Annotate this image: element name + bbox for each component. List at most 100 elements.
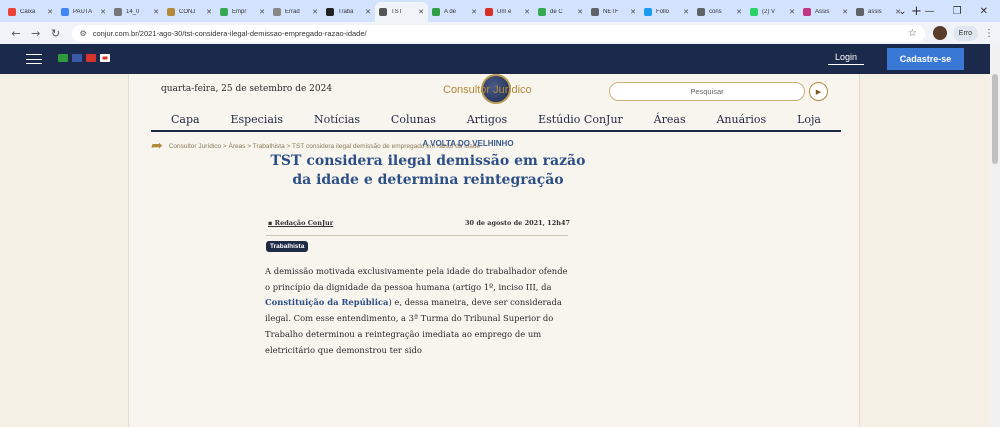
browser-tab[interactable]: Caixa ✕	[4, 2, 57, 22]
tab-title: A de	[444, 9, 457, 15]
hamburger-menu-icon[interactable]	[26, 54, 42, 64]
tab-title: Assis	[815, 9, 830, 15]
tab-close-icon[interactable]: ✕	[736, 8, 742, 16]
error-pill[interactable]: Erro	[952, 25, 979, 41]
tab-title: NETF	[603, 9, 619, 15]
tab-close-icon[interactable]: ✕	[630, 8, 636, 16]
page-content: quarta-feira, 25 de setembro de 2024 Con…	[128, 74, 860, 427]
tab-title: PAUTA	[73, 9, 93, 15]
tab-close-icon[interactable]: ✕	[206, 8, 212, 16]
browser-tab[interactable]: Traba ✕	[322, 2, 375, 22]
browser-tab[interactable]: Errad ✕	[269, 2, 322, 22]
tab-title: Follo	[656, 9, 670, 15]
constitution-link[interactable]: Constituição da República	[265, 297, 388, 307]
browser-tab[interactable]: Empr ✕	[216, 2, 269, 22]
profile-avatar[interactable]	[932, 26, 947, 40]
browser-tab[interactable]: NETF ✕	[587, 2, 640, 22]
tab-close-icon[interactable]: ✕	[153, 8, 159, 16]
tab-close-icon[interactable]: ✕	[842, 8, 848, 16]
tab-close-icon[interactable]: ✕	[418, 8, 424, 16]
tab-title: de C	[550, 9, 563, 15]
browser-tab[interactable]: PAUTA ✕	[57, 2, 110, 22]
tab-close-icon[interactable]: ✕	[577, 8, 583, 16]
bookmark-star-icon[interactable]: ☆	[908, 28, 917, 39]
forward-icon[interactable]: →	[26, 27, 46, 40]
url-text: conjur.com.br/2021-ago-30/tst-considera-…	[92, 28, 367, 38]
site-info-icon[interactable]: ⚙	[80, 29, 87, 38]
tab-close-icon[interactable]: ✕	[365, 8, 371, 16]
tab-title: Caixa	[20, 9, 36, 15]
browser-tab[interactable]: Um e ✕	[481, 2, 534, 22]
browser-tab[interactable]: 14_0 ✕	[110, 2, 163, 22]
tab-title: Errad	[285, 9, 300, 15]
browser-tab[interactable]: Assis ✕	[799, 2, 852, 22]
tab-favicon-icon	[326, 8, 334, 16]
browser-toolbar: ← → ↻ ⚙ conjur.com.br/2021-ago-30/tst-co…	[0, 22, 1000, 44]
tab-favicon-icon	[538, 8, 546, 16]
login-link[interactable]: Login	[828, 52, 864, 65]
tag-badge[interactable]: Trabalhista	[266, 241, 309, 252]
tab-close-icon[interactable]: ✕	[683, 8, 689, 16]
page-scrollbar[interactable]	[990, 44, 1000, 427]
tab-close-icon[interactable]: ✕	[471, 8, 477, 16]
browser-tab[interactable]: TST ✕	[375, 2, 428, 22]
browser-tab[interactable]: de C ✕	[534, 2, 587, 22]
reload-icon[interactable]: ↻	[46, 27, 66, 40]
signup-button[interactable]: Cadastre-se	[887, 48, 964, 70]
close-window-icon[interactable]: ✕	[980, 6, 988, 17]
browser-tab[interactable]: (2) V ✕	[746, 2, 799, 22]
article-author[interactable]: ▪ Redação ConJur	[268, 219, 333, 227]
site-logo-text[interactable]: Consultor Jurídico	[443, 84, 532, 96]
search-submit-icon[interactable]: ▶	[809, 82, 828, 101]
menu-item[interactable]: Anuários	[716, 113, 766, 126]
tab-favicon-icon	[114, 8, 122, 16]
tab-favicon-icon	[379, 8, 387, 16]
menu-item[interactable]: Especiais	[230, 113, 283, 126]
browser-menu-icon[interactable]: ⋮	[984, 28, 994, 39]
brazil-flag-icon[interactable]	[58, 54, 68, 62]
tab-title: cons	[709, 9, 722, 15]
tab-search-icon[interactable]: ⌄	[898, 6, 906, 17]
back-icon[interactable]: ←	[6, 27, 26, 40]
scrollbar-thumb[interactable]	[992, 74, 998, 164]
tab-favicon-icon	[856, 8, 864, 16]
tab-title: Empr	[232, 9, 247, 15]
tab-favicon-icon	[750, 8, 758, 16]
menu-item[interactable]: Loja	[797, 113, 821, 126]
tab-close-icon[interactable]: ✕	[47, 8, 53, 16]
tab-favicon-icon	[220, 8, 228, 16]
browser-tab[interactable]: cons ✕	[693, 2, 746, 22]
japan-flag-icon[interactable]	[100, 54, 110, 62]
tab-favicon-icon	[485, 8, 493, 16]
menu-item[interactable]: Capa	[171, 113, 200, 126]
menu-item[interactable]: Estúdio ConJur	[538, 113, 623, 126]
browser-tab[interactable]: assis ✕	[852, 2, 905, 22]
menu-item[interactable]: Notícias	[314, 113, 360, 126]
search-input[interactable]: Pesquisar	[609, 82, 805, 101]
main-menu: Capa Especiais Notícias Colunas Artigos Estúd…	[151, 108, 841, 132]
tab-close-icon[interactable]: ✕	[100, 8, 106, 16]
usa-flag-icon[interactable]	[72, 54, 82, 62]
browser-tab[interactable]: Follo ✕	[640, 2, 693, 22]
site-topbar: Login Cadastre-se	[0, 44, 1000, 74]
menu-item[interactable]: Artigos	[467, 113, 507, 126]
restore-icon[interactable]: ❐	[953, 6, 962, 17]
tab-close-icon[interactable]: ✕	[524, 8, 530, 16]
menu-item[interactable]: Áreas	[654, 113, 686, 126]
browser-tab[interactable]: A de ✕	[428, 2, 481, 22]
tab-title: CONJ	[179, 9, 196, 15]
article-body: A demissão motivada exclusivamente pela …	[265, 264, 571, 358]
tab-favicon-icon	[273, 8, 281, 16]
browser-tab[interactable]: CONJ ✕	[163, 2, 216, 22]
spain-flag-icon[interactable]	[86, 54, 96, 62]
minimize-icon[interactable]: —	[925, 6, 935, 17]
tab-close-icon[interactable]: ✕	[312, 8, 318, 16]
menu-item[interactable]: Colunas	[391, 113, 436, 126]
meta-divider	[266, 235, 568, 236]
tab-favicon-icon	[591, 8, 599, 16]
tab-close-icon[interactable]: ✕	[789, 8, 795, 16]
current-date: quarta-feira, 25 de setembro de 2024	[161, 84, 333, 94]
address-bar[interactable]: ⚙ conjur.com.br/2021-ago-30/tst-consider…	[71, 24, 925, 42]
tab-close-icon[interactable]: ✕	[259, 8, 265, 16]
tab-favicon-icon	[803, 8, 811, 16]
